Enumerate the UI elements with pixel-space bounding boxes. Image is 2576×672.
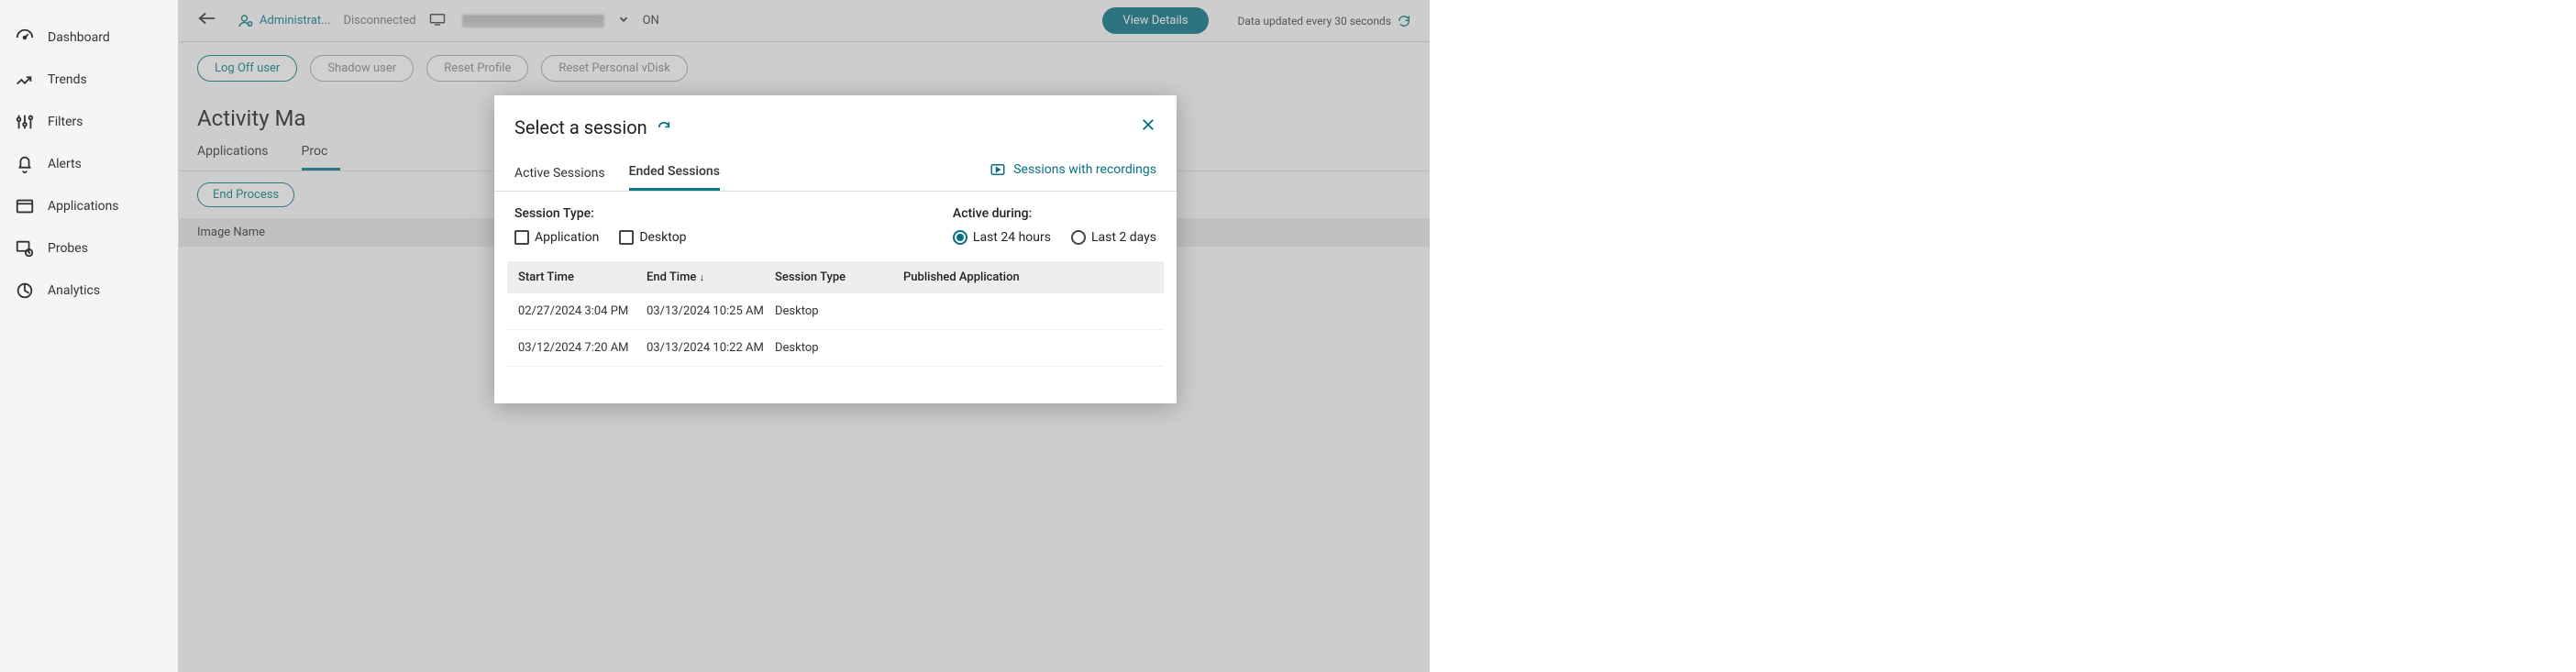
radio-icon [1071,230,1086,245]
tab-ended-sessions[interactable]: Ended Sessions [629,155,720,191]
sidebar: Dashboard Trends Filters Alerts Applicat… [0,0,179,672]
active-during-label: Active during: [953,206,1156,221]
radio-2d[interactable]: Last 2 days [1071,230,1156,245]
modal-tabs: Active Sessions Ended Sessions Sessions … [494,155,1177,192]
sidebar-item-label: Analytics [48,283,100,298]
checkbox-application[interactable]: Application [514,230,599,245]
sessions-table-header: Start Time End Time ↓ Session Type Publi… [507,261,1164,293]
cell-type: Desktop [775,341,903,355]
sidebar-item-probes[interactable]: Probes [0,227,178,270]
checkbox-desktop[interactable]: Desktop [619,230,686,245]
sidebar-item-alerts[interactable]: Alerts [0,143,178,185]
tab-active-sessions[interactable]: Active Sessions [514,157,605,190]
sessions-with-recordings-label: Sessions with recordings [1013,162,1156,177]
sessions-table: Start Time End Time ↓ Session Type Publi… [507,261,1164,367]
select-session-modal: Select a session Active Sessions Ended S… [494,95,1177,403]
modal-refresh-icon[interactable] [657,120,671,135]
sidebar-item-label: Applications [48,199,119,214]
recording-icon [989,161,1006,178]
th-published-application[interactable]: Published Application [903,270,1153,284]
th-end-time[interactable]: End Time ↓ [647,270,775,284]
sidebar-item-label: Filters [48,115,83,129]
th-start-time[interactable]: Start Time [518,270,647,284]
modal-title: Select a session [514,116,647,138]
cell-end: 03/13/2024 10:25 AM [647,304,775,318]
sidebar-item-analytics[interactable]: Analytics [0,270,178,312]
cell-app [903,341,1153,355]
probe-icon [15,238,35,259]
checkbox-icon [514,230,529,245]
analytics-icon [15,281,35,301]
cell-start: 02/27/2024 3:04 PM [518,304,647,318]
sidebar-item-label: Trends [48,72,87,87]
radio-24h-label: Last 24 hours [973,230,1051,245]
checkbox-icon [619,230,634,245]
main-area: Administrat... Disconnected ON View Deta… [179,0,1430,672]
session-type-label: Session Type: [514,206,953,221]
sidebar-item-filters[interactable]: Filters [0,101,178,143]
checkbox-desktop-label: Desktop [639,230,686,245]
radio-2d-label: Last 2 days [1091,230,1156,245]
cell-type: Desktop [775,304,903,318]
radio-icon [953,230,967,245]
window-icon [15,196,35,216]
table-row[interactable]: 03/12/2024 7:20 AM 03/13/2024 10:22 AM D… [507,330,1164,367]
close-icon[interactable] [1140,116,1156,138]
th-session-type[interactable]: Session Type [775,270,903,284]
sidebar-item-dashboard[interactable]: Dashboard [0,17,178,59]
sessions-with-recordings-link[interactable]: Sessions with recordings [989,161,1156,185]
checkbox-application-label: Application [535,230,599,245]
gauge-icon [15,28,35,48]
radio-24h[interactable]: Last 24 hours [953,230,1051,245]
sidebar-item-label: Dashboard [48,30,110,45]
trends-icon [15,70,35,90]
sliders-icon [15,112,35,132]
cell-end: 03/13/2024 10:22 AM [647,341,775,355]
sidebar-item-label: Alerts [48,157,82,171]
sidebar-item-trends[interactable]: Trends [0,59,178,101]
sort-desc-icon: ↓ [700,271,705,283]
sidebar-item-applications[interactable]: Applications [0,185,178,227]
sidebar-item-label: Probes [48,241,88,256]
cell-app [903,304,1153,318]
cell-start: 03/12/2024 7:20 AM [518,341,647,355]
bell-icon [15,154,35,174]
table-row[interactable]: 02/27/2024 3:04 PM 03/13/2024 10:25 AM D… [507,293,1164,330]
